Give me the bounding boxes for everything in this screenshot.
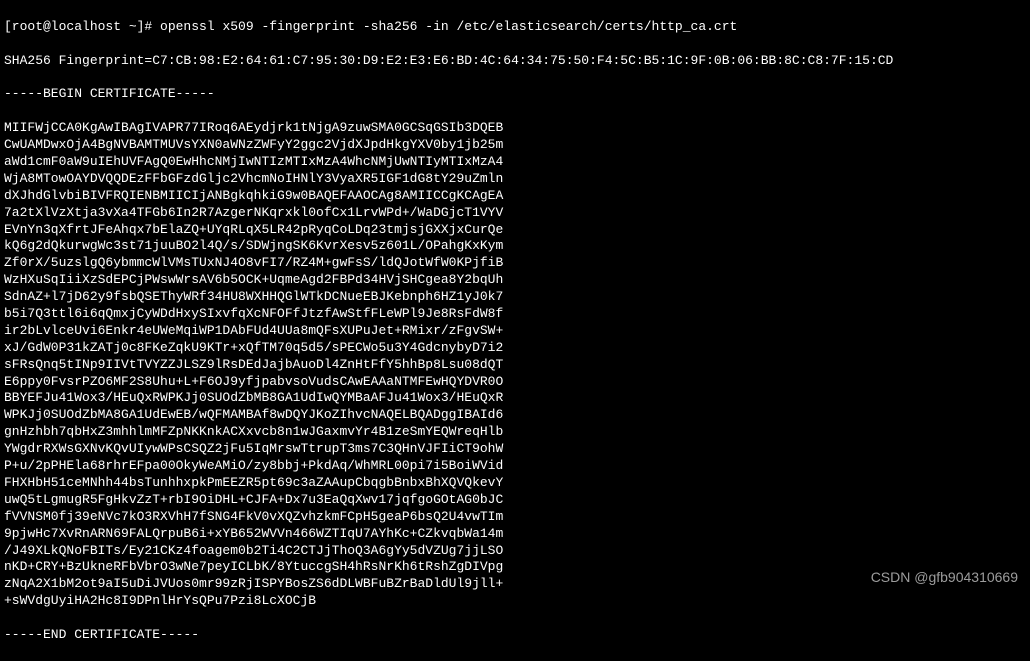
cert-line: sFRsQnq5tINp9IIVtTVYZZJLSZ9lRsDEdJajbAuo… [4,357,1026,374]
fingerprint-output: SHA256 Fingerprint=C7:CB:98:E2:64:61:C7:… [4,53,1026,70]
cert-line: WjA8MTowOAYDVQQDEzFFbGFzdGljc2VhcmNoIHNl… [4,171,1026,188]
cert-line: CwUAMDwxOjA4BgNVBAMTMUVsYXN0aWNzZWFyY2gg… [4,137,1026,154]
cert-line: E6ppy0FvsrPZO6MF2S8Uhu+L+F6OJ9yfjpabvsoV… [4,374,1026,391]
cert-line: ir2bLvlceUvi6Enkr4eUWeMqiWP1DAbFUd4UUa8m… [4,323,1026,340]
watermark-text: CSDN @gfb904310669 [871,568,1018,586]
cert-line: EVnYn3qXfrtJFeAhqx7bElaZQ+UYqRLqX5LR42pR… [4,222,1026,239]
cert-line: aWd1cmF0aW9uIEhUVFAgQ0EwHhcNMjIwNTIzMTIx… [4,154,1026,171]
cert-begin-marker: -----BEGIN CERTIFICATE----- [4,86,1026,103]
cert-line: SdnAZ+l7jD62y9fsbQSEThyWRf34HU8WXHHQGlWT… [4,289,1026,306]
cert-line: 7a2tXlVzXtja3vXa4TFGb6In2R7AzgerNKqrxkl0… [4,205,1026,222]
cert-line: uwQ5tLgmugR5FgHkvZzT+rbI9OiDHL+CJFA+Dx7u… [4,492,1026,509]
cert-line: +sWVdgUyiHA2Hc8I9DPnlHrYsQPu7Pzi8LcXOCjB [4,593,1026,610]
shell-prompt-prefix: [root@localhost ~]# [4,19,160,34]
shell-prompt-line: [root@localhost ~]# openssl x509 -finger… [4,19,1026,36]
cert-line: 9pjwHc7XvRnARN69FALQrpuB6i+xYB652WVVn466… [4,526,1026,543]
cert-line: b5i7Q3ttl6i6qQmxjCyWDdHxySIxvfqXcNFOFfJt… [4,306,1026,323]
cert-line: WzHXuSqIiiXzSdEPCjPWswWrsAV6b5OCK+UqmeAg… [4,272,1026,289]
cert-line: /J49XLkQNoFBITs/Ey21CKz4foagem0b2Ti4C2CT… [4,543,1026,560]
cert-line: xJ/GdW0P31kZATj0c8FKeZqkU9KTr+xQfTM70q5d… [4,340,1026,357]
cert-line: Zf0rX/5uzslgQ6ybmmcWlVMsTUxNJ4O8vFI7/RZ4… [4,255,1026,272]
cert-line: P+u/2pPHEla68rhrEFpa00OkyWeAMiO/zy8bbj+P… [4,458,1026,475]
cert-line: kQ6g2dQkurwgWc3st71juuBO2l4Q/s/SDWjngSK6… [4,238,1026,255]
cert-end-marker: -----END CERTIFICATE----- [4,627,1026,644]
cert-line: fVVNSM0fj39eNVc7kO3RXVhH7fSNG4FkV0vXQZvh… [4,509,1026,526]
cert-line: gnHzhbh7qbHxZ3mhhlmMFZpNKKnkACXxvcb8n1wJ… [4,424,1026,441]
cert-line: dXJhdGlvbiBIVFRQIENBMIICIjANBgkqhkiG9w0B… [4,188,1026,205]
cert-line: YWgdrRXWsGXNvKQvUIywWPsCSQZ2jFu5IqMrswTt… [4,441,1026,458]
cert-body: MIIFWjCCA0KgAwIBAgIVAPR77IRoq6AEydjrk1tN… [4,120,1026,610]
cert-line: MIIFWjCCA0KgAwIBAgIVAPR77IRoq6AEydjrk1tN… [4,120,1026,137]
shell-command: openssl x509 -fingerprint -sha256 -in /e… [160,19,737,34]
cert-line: FHXHbH51ceMNhh44bsTunhhxpkPmEEZR5pt69c3a… [4,475,1026,492]
cert-line: BBYEFJu41Wox3/HEuQxRWPKJj0SUOdZbMB8GA1Ud… [4,390,1026,407]
cert-line: WPKJj0SUOdZbMA8GA1UdEwEB/wQFMAMBAf8wDQYJ… [4,407,1026,424]
terminal-output[interactable]: [root@localhost ~]# openssl x509 -finger… [4,2,1026,661]
